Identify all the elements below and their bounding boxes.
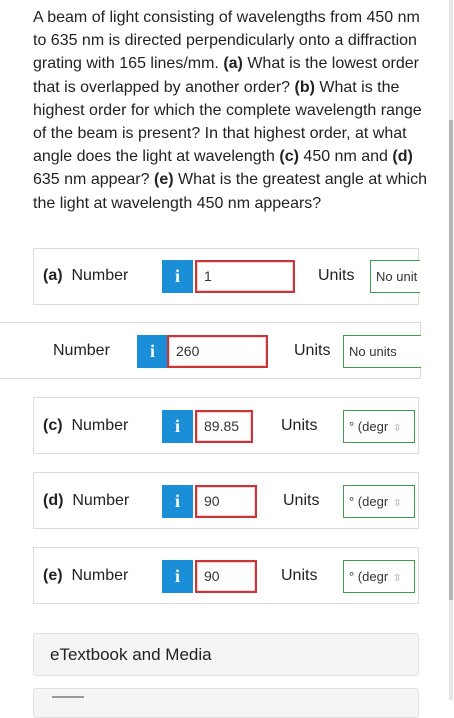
panel-divider: [52, 696, 84, 698]
info-icon[interactable]: i: [162, 260, 193, 293]
answer-row-a: (a) Number i 1 Units No unit: [33, 248, 420, 305]
chevron-updown-icon: ⇳: [393, 498, 402, 509]
answer-input[interactable]: 260: [167, 335, 268, 368]
units-select[interactable]: No unit: [370, 260, 420, 293]
answer-row-d: (d) Number i 90 Units ° (degr ⇳: [33, 472, 419, 529]
answer-input[interactable]: 1: [195, 260, 295, 293]
info-icon[interactable]: i: [137, 335, 168, 368]
part-a-tag: (a): [223, 55, 243, 73]
part-b-tag: (b): [294, 78, 315, 96]
question-text: A beam of light consisting of wavelength…: [33, 6, 433, 215]
answer-row-b: Number i 260 Units No units: [0, 322, 421, 379]
units-select[interactable]: ° (degr ⇳: [343, 485, 415, 518]
units-label: Units: [281, 567, 318, 584]
part-label: (d) Number: [43, 492, 130, 509]
info-icon[interactable]: i: [162, 410, 193, 443]
part-e-tag: (e): [153, 171, 174, 189]
answer-input[interactable]: 90: [195, 560, 257, 593]
answer-row-c: (c) Number i 89.85 Units ° (degr ⇳: [33, 397, 419, 454]
question-segment: 450 nm and: [298, 148, 393, 166]
part-d-tag: (d): [392, 148, 413, 166]
units-label: Units: [294, 342, 331, 359]
etextbook-media-button[interactable]: eTextbook and Media: [33, 633, 419, 676]
chevron-updown-icon: ⇳: [393, 423, 402, 434]
question-segment: 635 nm appear?: [33, 171, 154, 189]
units-select[interactable]: ° (degr ⇳: [343, 560, 415, 593]
units-label: Units: [283, 492, 320, 509]
part-label: (e) Number: [43, 567, 129, 584]
part-label: Number: [53, 342, 110, 359]
units-label: Units: [281, 417, 318, 434]
units-select[interactable]: ° (degr ⇳: [343, 410, 415, 443]
answer-input[interactable]: 90: [195, 485, 257, 518]
part-label: (a) Number: [43, 267, 129, 284]
answer-row-e: (e) Number i 90 Units ° (degr ⇳: [33, 547, 419, 604]
units-label: Units: [318, 267, 355, 284]
scrollbar-thumb[interactable]: [449, 120, 453, 600]
next-panel[interactable]: [33, 688, 419, 718]
part-c-tag: (c): [279, 148, 299, 166]
chevron-updown-icon: ⇳: [393, 573, 402, 584]
part-label: (c) Number: [43, 417, 129, 434]
answer-input[interactable]: 89.85: [195, 410, 253, 443]
units-select[interactable]: No units: [343, 335, 421, 368]
info-icon[interactable]: i: [162, 560, 193, 593]
info-icon[interactable]: i: [162, 485, 193, 518]
